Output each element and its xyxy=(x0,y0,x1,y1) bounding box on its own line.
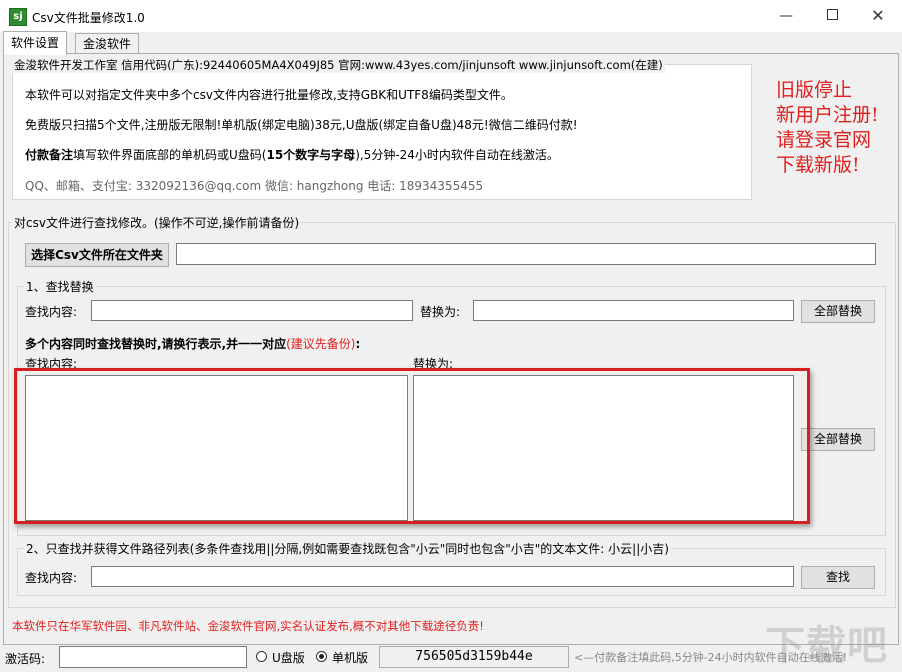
tab-jinjun-software[interactable]: 金浚软件 xyxy=(75,33,140,54)
activation-code-input[interactable] xyxy=(59,646,247,668)
disclaimer: 本软件只在华军软件园、非凡软件站、金浚软件官网,实名认证发布,概不对其他下载途径… xyxy=(12,619,484,633)
multi-hint-colon: : xyxy=(355,337,361,351)
app-icon: sj xyxy=(9,8,27,26)
usb-version-radio[interactable] xyxy=(256,651,267,662)
close-button[interactable]: ✕ xyxy=(855,0,901,32)
payment-note-text-b: ),5分钟-24小时内软件自动在线激活。 xyxy=(355,148,559,162)
multi-replace-all-button[interactable]: 全部替换 xyxy=(801,428,875,451)
notice-line-4: 下载新版! xyxy=(776,154,860,176)
path-search-title: 2、只查找并获得文件路径列表(多条件查找用||分隔,例如需要查找既包含"小云"同… xyxy=(24,540,671,557)
tab-label: 软件设置 xyxy=(11,36,60,50)
replace-label: 替换为: xyxy=(420,305,461,319)
multi-hint-backup: (建议先备份) xyxy=(286,337,356,351)
tab-label: 金浚软件 xyxy=(83,37,132,51)
single-version-radio[interactable] xyxy=(316,651,327,662)
find-replace-title: 1、查找替换 xyxy=(24,278,96,295)
tab-software-settings[interactable]: 软件设置 xyxy=(3,31,68,55)
path-find-input[interactable] xyxy=(91,566,794,587)
find-label: 查找内容: xyxy=(25,305,78,319)
usb-version-label[interactable]: U盘版 xyxy=(272,649,305,666)
maximize-icon xyxy=(826,9,838,20)
watermark: 下载吧 xyxy=(765,623,888,669)
highlight-box xyxy=(14,368,810,524)
info-group-title: 金浚软件开发工作室 信用代码(广东):92440605MA4X049J85 官网… xyxy=(12,57,665,73)
search-button[interactable]: 查找 xyxy=(801,566,875,589)
minimize-icon: — xyxy=(779,8,793,24)
payment-note-emphasis: 15个数字与字母 xyxy=(266,148,356,162)
multi-hint-text: 多个内容同时查找替换时,请换行表示,并一一对应 xyxy=(25,337,287,351)
find-input[interactable] xyxy=(91,300,413,321)
replace-all-button[interactable]: 全部替换 xyxy=(801,300,875,323)
info-line-1: 本软件可以对指定文件夹中多个csv文件内容进行批量修改,支持GBK和UTF8编码… xyxy=(25,88,513,102)
minimize-button[interactable]: — xyxy=(763,0,809,32)
notice-line-1: 旧版停止 xyxy=(776,79,853,101)
window-title: Csv文件批量修改1.0 xyxy=(32,11,145,25)
notice-line-2: 新用户注册! xyxy=(776,104,879,126)
folder-path-input[interactable] xyxy=(176,243,876,265)
main-group-title: 对csv文件进行查找修改。(操作不可逆,操作前请备份) xyxy=(12,214,302,231)
activation-label: 激活码: xyxy=(5,652,46,666)
notice-line-3: 请登录官网 xyxy=(776,129,872,151)
payment-note-text-a: 填写软件界面底部的单机码或U盘码( xyxy=(73,148,267,162)
single-version-label[interactable]: 单机版 xyxy=(332,649,368,666)
replace-input[interactable] xyxy=(473,300,794,321)
maximize-button[interactable] xyxy=(809,0,855,32)
machine-code-display: 756505d3159b44e xyxy=(379,646,569,668)
info-line-2: 免费版只扫描5个文件,注册版无限制!单机版(绑定电脑)38元,U盘版(绑定自备U… xyxy=(25,118,578,132)
close-icon: ✕ xyxy=(871,6,885,25)
old-version-notice: 旧版停止 新用户注册! 请登录官网 下载新版! xyxy=(776,78,879,178)
payment-note-label: 付款备注 xyxy=(25,148,74,162)
path-find-label: 查找内容: xyxy=(25,571,78,585)
contact-info: QQ、邮箱、支付宝: 332092136@qq.com 微信: hangzhon… xyxy=(25,179,484,193)
select-folder-button[interactable]: 选择Csv文件所在文件夹 xyxy=(25,243,169,267)
multi-replace-hint: 多个内容同时查找替换时,请换行表示,并一一对应(建议先备份): xyxy=(25,335,360,352)
info-line-3: 付款备注填写软件界面底部的单机码或U盘码(15个数字与字母),5分钟-24小时内… xyxy=(25,146,559,163)
